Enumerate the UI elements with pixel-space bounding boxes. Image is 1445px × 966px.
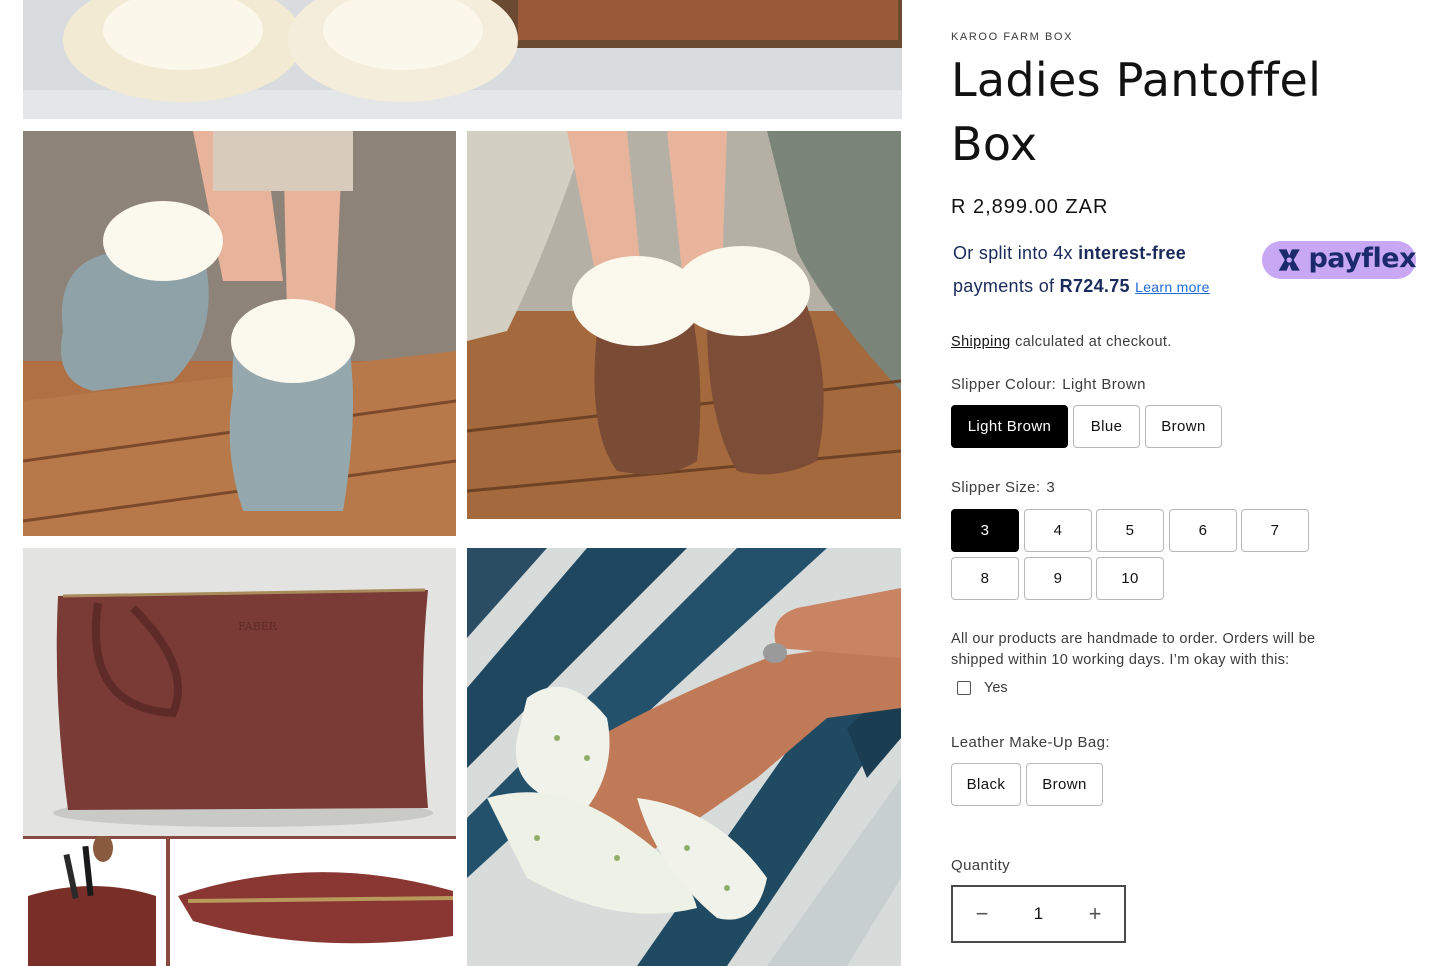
shipping-note: Shipping calculated at checkout. [951, 334, 1172, 350]
bag-brand-embossing: FABER [238, 620, 278, 633]
size-option-5[interactable]: 5 [1096, 509, 1164, 552]
gallery-image-slippers-top[interactable] [23, 0, 902, 119]
payflex-installment-amount: R724.75 [1059, 276, 1130, 296]
product-gallery: FABER [0, 0, 925, 966]
size-option-3[interactable]: 3 [951, 509, 1019, 552]
handmade-consent-checkbox[interactable] [957, 681, 971, 695]
product-info: KAROO FARM BOX Ladies Pantoffel Box R 2,… [951, 0, 1431, 966]
size-option-10[interactable]: 10 [1096, 557, 1164, 600]
size-label-text: Slipper Size: [951, 479, 1041, 496]
payflex-cross-icon [1278, 249, 1300, 271]
colour-option-label: Slipper Colour: Light Brown [951, 376, 1146, 393]
gallery-image-bag-details[interactable] [23, 836, 456, 966]
quantity-decrease-button[interactable]: − [953, 887, 1011, 941]
quantity-stepper: − 1 + [951, 885, 1126, 943]
gallery-image-makeup-bag[interactable]: FABER [23, 548, 456, 836]
payflex-widget-text: Or split into 4x interest-free payments … [953, 237, 1253, 304]
gallery-image-brown-slippers[interactable] [467, 131, 901, 519]
colour-option-light-brown[interactable]: Light Brown [951, 405, 1068, 448]
product-title: Ladies Pantoffel Box [951, 53, 1322, 171]
product-vendor: KAROO FARM BOX [951, 31, 1074, 43]
payflex-learn-more-link[interactable]: Learn more [1135, 279, 1210, 295]
handmade-consent: Yes [957, 680, 1008, 696]
payflex-interest-free: interest-free [1078, 243, 1187, 263]
bag-option-brown[interactable]: Brown [1026, 763, 1103, 806]
shipping-link[interactable]: Shipping [951, 334, 1011, 350]
colour-option-blue[interactable]: Blue [1073, 405, 1140, 448]
payflex-logo[interactable]: payflex [1262, 241, 1416, 279]
minus-icon: − [975, 901, 989, 926]
product-price: R 2,899.00 ZAR [951, 196, 1109, 218]
size-option-4[interactable]: 4 [1024, 509, 1092, 552]
payflex-line2-prefix: payments of [953, 276, 1060, 296]
colour-label-text: Slipper Colour: [951, 376, 1057, 393]
handmade-consent-label: Yes [984, 680, 1008, 696]
shipping-suffix: calculated at checkout. [1010, 334, 1172, 350]
gallery-image-blue-slippers[interactable] [23, 131, 456, 536]
bag-option-label: Leather Make-Up Bag: [951, 734, 1110, 751]
size-option-7[interactable]: 7 [1241, 509, 1309, 552]
payflex-line1-prefix: Or split into 4x [953, 243, 1079, 263]
size-selected-value: 3 [1046, 479, 1056, 496]
size-option-8[interactable]: 8 [951, 557, 1019, 600]
payflex-logo-text: payflex [1308, 242, 1416, 274]
size-option-9[interactable]: 9 [1024, 557, 1092, 600]
handmade-notice: All our products are handmade to order. … [951, 631, 1316, 668]
size-option-6[interactable]: 6 [1169, 509, 1237, 552]
bag-option-black[interactable]: Black [951, 763, 1021, 806]
size-option-label: Slipper Size: 3 [951, 479, 1055, 496]
colour-selected-value: Light Brown [1062, 376, 1146, 393]
quantity-label: Quantity [951, 857, 1011, 874]
quantity-input[interactable]: 1 [1034, 904, 1043, 924]
colour-option-brown[interactable]: Brown [1145, 405, 1222, 448]
gallery-image-scrunchie[interactable] [467, 548, 901, 966]
plus-icon: + [1088, 901, 1102, 926]
quantity-increase-button[interactable]: + [1066, 887, 1124, 941]
